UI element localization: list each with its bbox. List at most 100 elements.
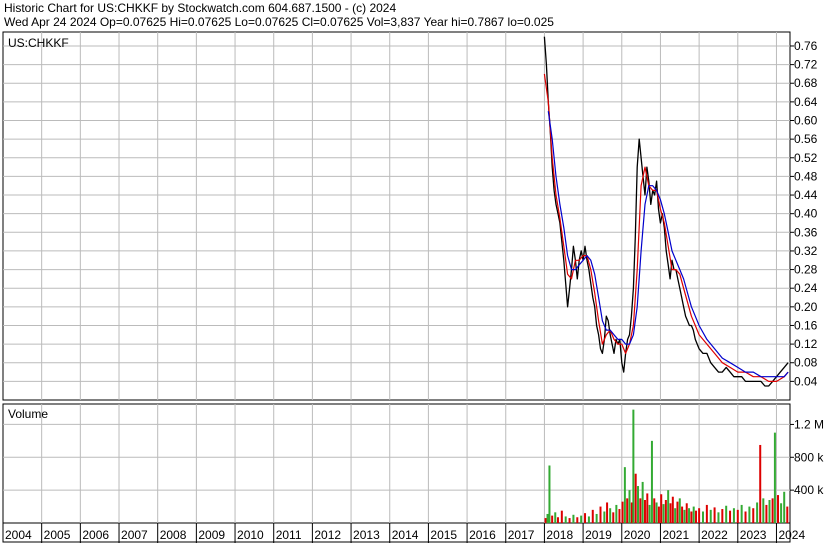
y-tick-label: 0.20 — [794, 300, 818, 314]
y-tick-label: 0.12 — [794, 337, 818, 351]
y-tick-label: 0.32 — [794, 244, 818, 258]
price-panel-label: US:CHKKF — [8, 36, 69, 50]
volume-bar — [695, 510, 698, 523]
volume-bar — [628, 490, 631, 523]
volume-bar — [783, 491, 786, 523]
volume-bars — [544, 409, 789, 523]
volume-panel-label: Volume — [8, 407, 48, 421]
volume-bar — [698, 508, 701, 523]
x-tick-label: 2017 — [508, 528, 535, 542]
volume-bar — [548, 465, 551, 523]
volume-bar — [626, 498, 629, 523]
volume-bar — [546, 513, 549, 523]
axis-labels: 2004 2005 2006 2007 2008 2009 2010 2011 2012 2013… — [5, 39, 824, 542]
y-tick-label: 0.68 — [794, 76, 818, 90]
volume-bar — [632, 409, 635, 523]
volume-bar — [587, 516, 590, 523]
volume-bar — [674, 508, 677, 523]
volume-bar — [685, 503, 688, 523]
x-tick-label: 2005 — [44, 528, 71, 542]
volume-bar — [713, 507, 716, 523]
x-tick-label: 2012 — [314, 528, 341, 542]
volume-bar — [657, 506, 660, 523]
volume-bar — [660, 494, 663, 523]
volume-bar — [595, 513, 598, 523]
x-tick-label: 2014 — [392, 528, 419, 542]
volume-bar — [641, 481, 644, 523]
volume-bar — [748, 506, 751, 523]
y-tick-label: 0.76 — [794, 39, 818, 53]
volume-bar — [664, 500, 667, 523]
volume-bar — [667, 490, 670, 523]
volume-bar — [777, 495, 780, 523]
volume-bar — [765, 504, 768, 523]
y-tick-label: 0.16 — [794, 318, 818, 332]
stock-chart: 2004 2005 2006 2007 2008 2009 2010 2011 2012 2013… — [2, 31, 824, 543]
volume-bar — [771, 498, 774, 523]
volume-bar — [564, 516, 567, 523]
volume-bar — [618, 509, 621, 523]
volume-bar — [637, 486, 640, 523]
volume-tick-label: 400 k — [794, 483, 824, 497]
x-tick-label: 2007 — [121, 528, 148, 542]
volume-bar — [780, 503, 783, 523]
y-tick-label: 0.08 — [794, 356, 818, 370]
y-tick-label: 0.72 — [794, 58, 818, 72]
y-tick-label: 0.64 — [794, 95, 818, 109]
y-tick-label: 0.60 — [794, 114, 818, 128]
x-tick-label: 2023 — [740, 528, 767, 542]
volume-bar — [705, 504, 708, 523]
price-series-line — [543, 36, 789, 387]
volume-bar — [650, 440, 653, 523]
volume-bar — [621, 501, 624, 523]
volume-bar — [709, 509, 712, 523]
volume-bar — [740, 504, 743, 523]
volume-bar — [662, 504, 665, 523]
volume-bar — [756, 502, 759, 523]
x-tick-label: 2018 — [546, 528, 573, 542]
volume-bar — [676, 501, 679, 523]
volume-bar — [623, 467, 626, 523]
grid-layer — [2, 31, 794, 543]
volume-bar — [568, 518, 571, 523]
volume-bar — [681, 506, 684, 523]
x-tick-label: 2004 — [5, 528, 32, 542]
volume-bar — [554, 512, 557, 523]
volume-bar — [580, 515, 583, 523]
y-tick-label: 0.04 — [794, 374, 818, 388]
y-tick-label: 0.52 — [794, 151, 818, 165]
volume-bar — [671, 496, 674, 523]
volume-bar — [576, 517, 579, 523]
volume-bar — [690, 511, 693, 523]
y-tick-label: 0.24 — [794, 281, 818, 295]
price-lines — [543, 36, 789, 387]
volume-bar — [732, 508, 735, 523]
volume-bar — [725, 505, 728, 523]
volume-bar — [729, 510, 732, 523]
x-tick-label: 2024 — [778, 528, 805, 542]
y-tick-label: 0.48 — [794, 169, 818, 183]
volume-bar — [560, 510, 563, 523]
volume-bar — [655, 502, 658, 523]
volume-bar — [669, 503, 672, 523]
volume-bar — [762, 498, 765, 523]
volume-bar — [768, 500, 771, 523]
x-tick-label: 2015 — [430, 528, 457, 542]
volume-bar — [688, 508, 691, 523]
volume-bar — [646, 493, 649, 523]
volume-tick-label: 1.2 M — [794, 417, 824, 431]
x-tick-label: 2021 — [662, 528, 689, 542]
price-panel-frame — [2, 31, 791, 401]
volume-bar — [603, 511, 606, 523]
volume-bar — [584, 513, 587, 523]
y-tick-label: 0.40 — [794, 207, 818, 221]
volume-bar — [643, 500, 646, 523]
x-tick-label: 2020 — [624, 528, 651, 542]
volume-bar — [692, 506, 695, 523]
volume-bar — [609, 508, 612, 523]
volume-bar — [648, 504, 651, 523]
volume-bar — [599, 506, 602, 523]
x-tick-label: 2006 — [82, 528, 109, 542]
volume-bar — [786, 506, 789, 523]
volume-bar — [572, 514, 575, 523]
